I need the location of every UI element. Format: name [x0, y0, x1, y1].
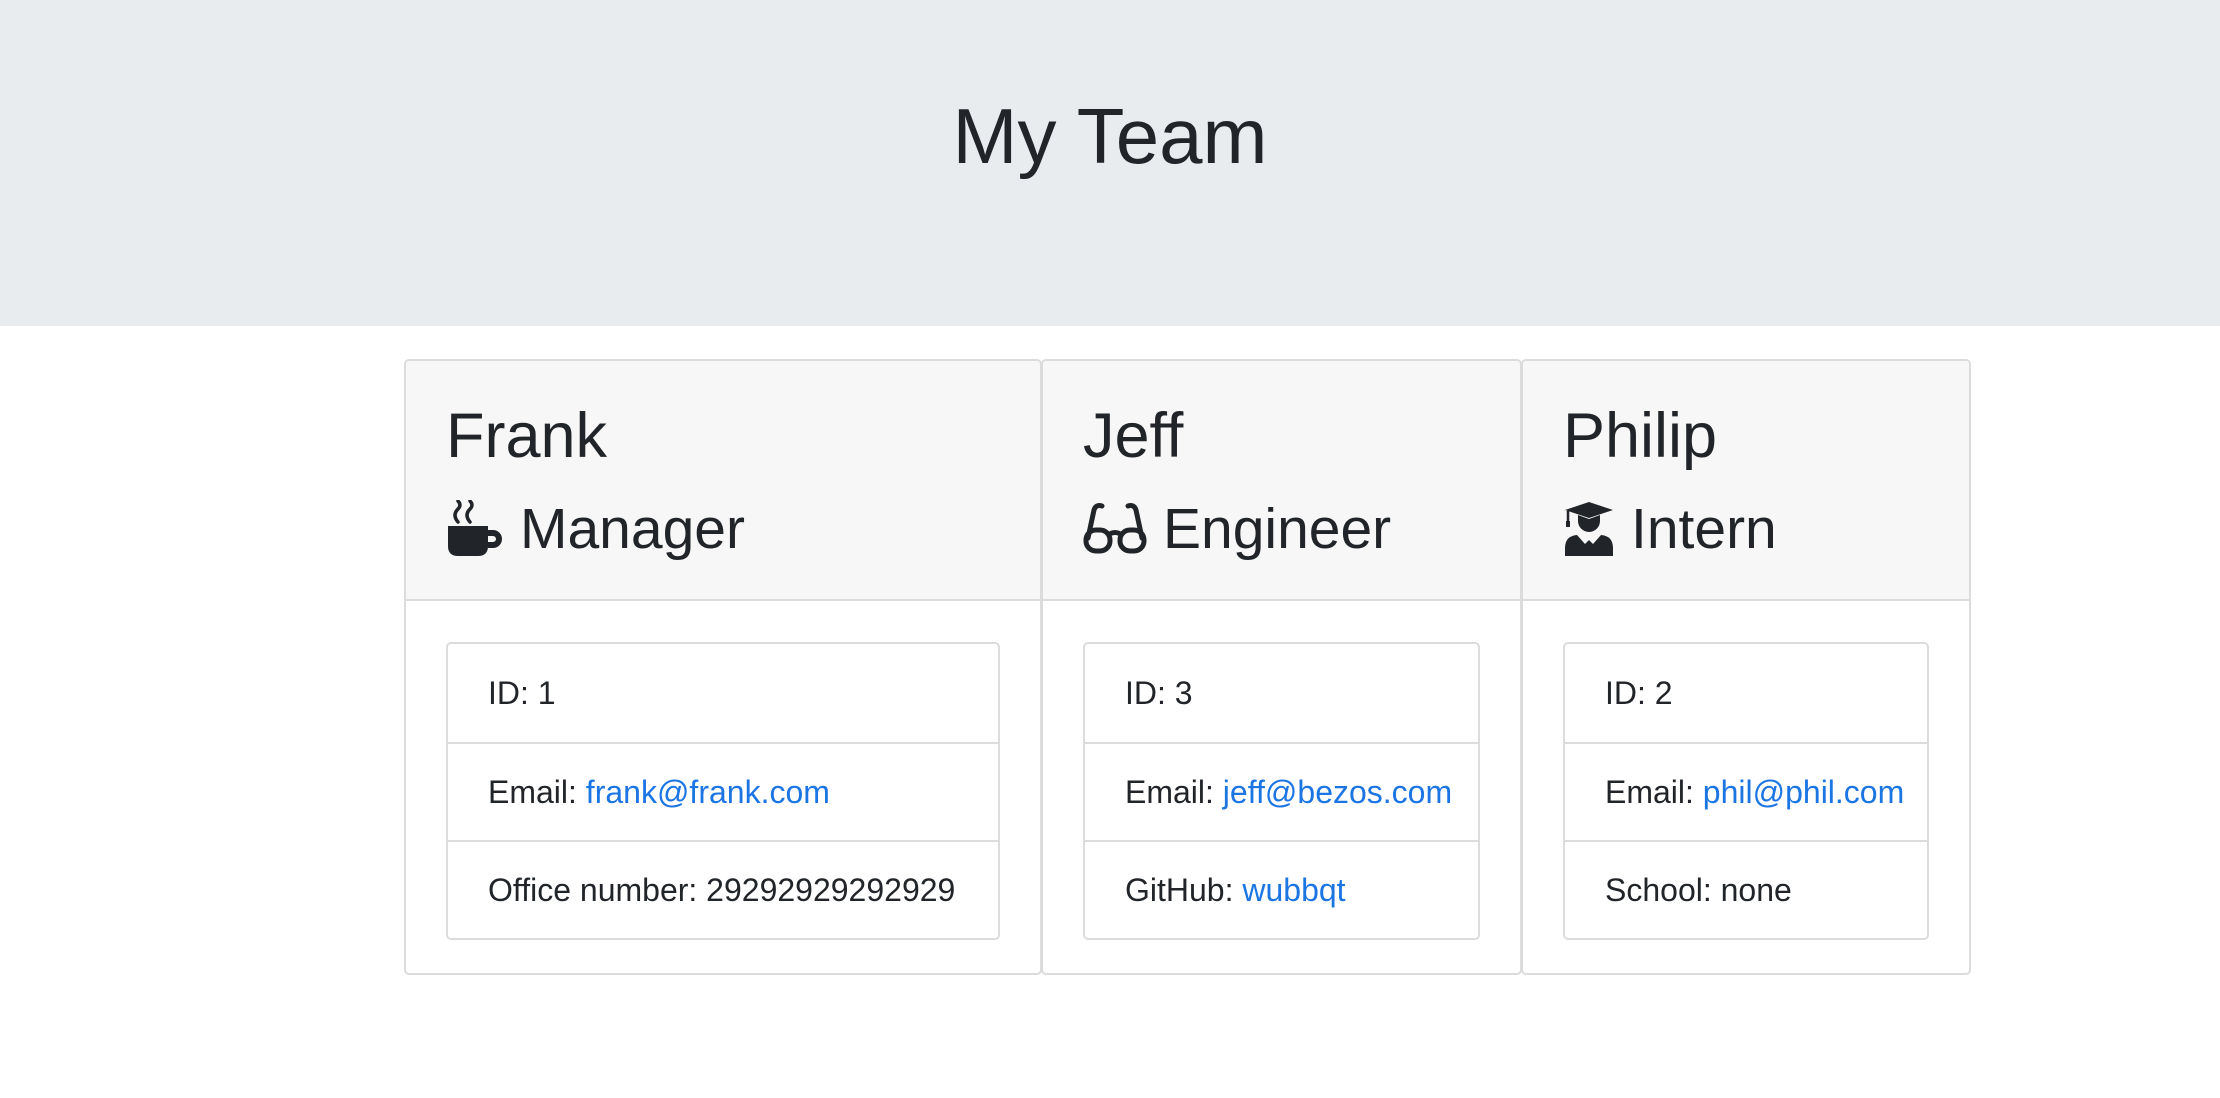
employee-details: ID: 3 Email: jeff@bezos.com GitHub: wubb…	[1083, 642, 1480, 940]
employee-role: Engineer	[1083, 486, 1391, 572]
mug-hot-icon	[446, 500, 504, 558]
id-label: ID:	[1125, 674, 1166, 711]
email-label: Email:	[488, 773, 577, 810]
school-item: School: none	[1565, 840, 1927, 938]
school-value: none	[1720, 871, 1792, 908]
id-label: ID:	[488, 674, 529, 711]
email-link[interactable]: phil@phil.com	[1703, 774, 1904, 811]
card-header: Jeff Engineer	[1043, 361, 1520, 601]
role-label: Intern	[1631, 497, 1777, 561]
id-item: ID: 3	[1085, 644, 1478, 742]
email-link[interactable]: frank@frank.com	[586, 774, 830, 811]
email-item: Email: frank@frank.com	[448, 742, 998, 840]
id-label: ID:	[1605, 674, 1646, 711]
email-label: Email:	[1605, 773, 1694, 810]
card-header: Frank Manager	[406, 361, 1040, 601]
employee-card-engineer: Jeff Engineer ID: 3 Email: jeff@bezos.co…	[1041, 359, 1522, 975]
employee-card-manager: Frank Manager ID: 1 Email: frank@frank.c…	[404, 359, 1042, 975]
school-label: School:	[1605, 871, 1712, 908]
email-item: Email: jeff@bezos.com	[1085, 742, 1478, 840]
card-body: ID: 2 Email: phil@phil.com School: none	[1563, 642, 1929, 940]
employee-name: Frank	[446, 401, 608, 471]
card-body: ID: 1 Email: frank@frank.com Office numb…	[446, 642, 1000, 940]
employee-card-intern: Philip Intern ID: 2 Email: phil@phil.com…	[1521, 359, 1971, 975]
github-item: GitHub: wubbqt	[1085, 840, 1478, 938]
github-label: GitHub:	[1125, 871, 1234, 908]
card-body: ID: 3 Email: jeff@bezos.com GitHub: wubb…	[1083, 642, 1480, 940]
id-value: 3	[1174, 674, 1193, 711]
employee-details: ID: 1 Email: frank@frank.com Office numb…	[446, 642, 1000, 940]
employee-name: Philip	[1563, 401, 1718, 471]
id-value: 1	[537, 674, 556, 711]
employee-name: Jeff	[1083, 401, 1184, 471]
github-link[interactable]: wubbqt	[1242, 872, 1345, 909]
employee-details: ID: 2 Email: phil@phil.com School: none	[1563, 642, 1929, 940]
office-number-label: Office number:	[488, 871, 698, 908]
card-header: Philip Intern	[1523, 361, 1969, 601]
role-label: Engineer	[1163, 497, 1392, 561]
id-item: ID: 1	[448, 644, 998, 742]
email-item: Email: phil@phil.com	[1565, 742, 1927, 840]
page-title: My Team	[952, 92, 1268, 180]
glasses-icon	[1083, 502, 1147, 556]
jumbotron-header: My Team	[0, 0, 2220, 326]
employee-role: Manager	[446, 486, 745, 572]
id-value: 2	[1654, 674, 1673, 711]
id-item: ID: 2	[1565, 644, 1927, 742]
office-number-value: 29292929292929	[706, 871, 956, 908]
email-label: Email:	[1125, 773, 1214, 810]
user-graduate-icon	[1563, 500, 1615, 558]
employee-role: Intern	[1563, 486, 1777, 572]
office-number-item: Office number: 29292929292929	[448, 840, 998, 938]
email-link[interactable]: jeff@bezos.com	[1223, 774, 1452, 811]
role-label: Manager	[520, 497, 745, 561]
